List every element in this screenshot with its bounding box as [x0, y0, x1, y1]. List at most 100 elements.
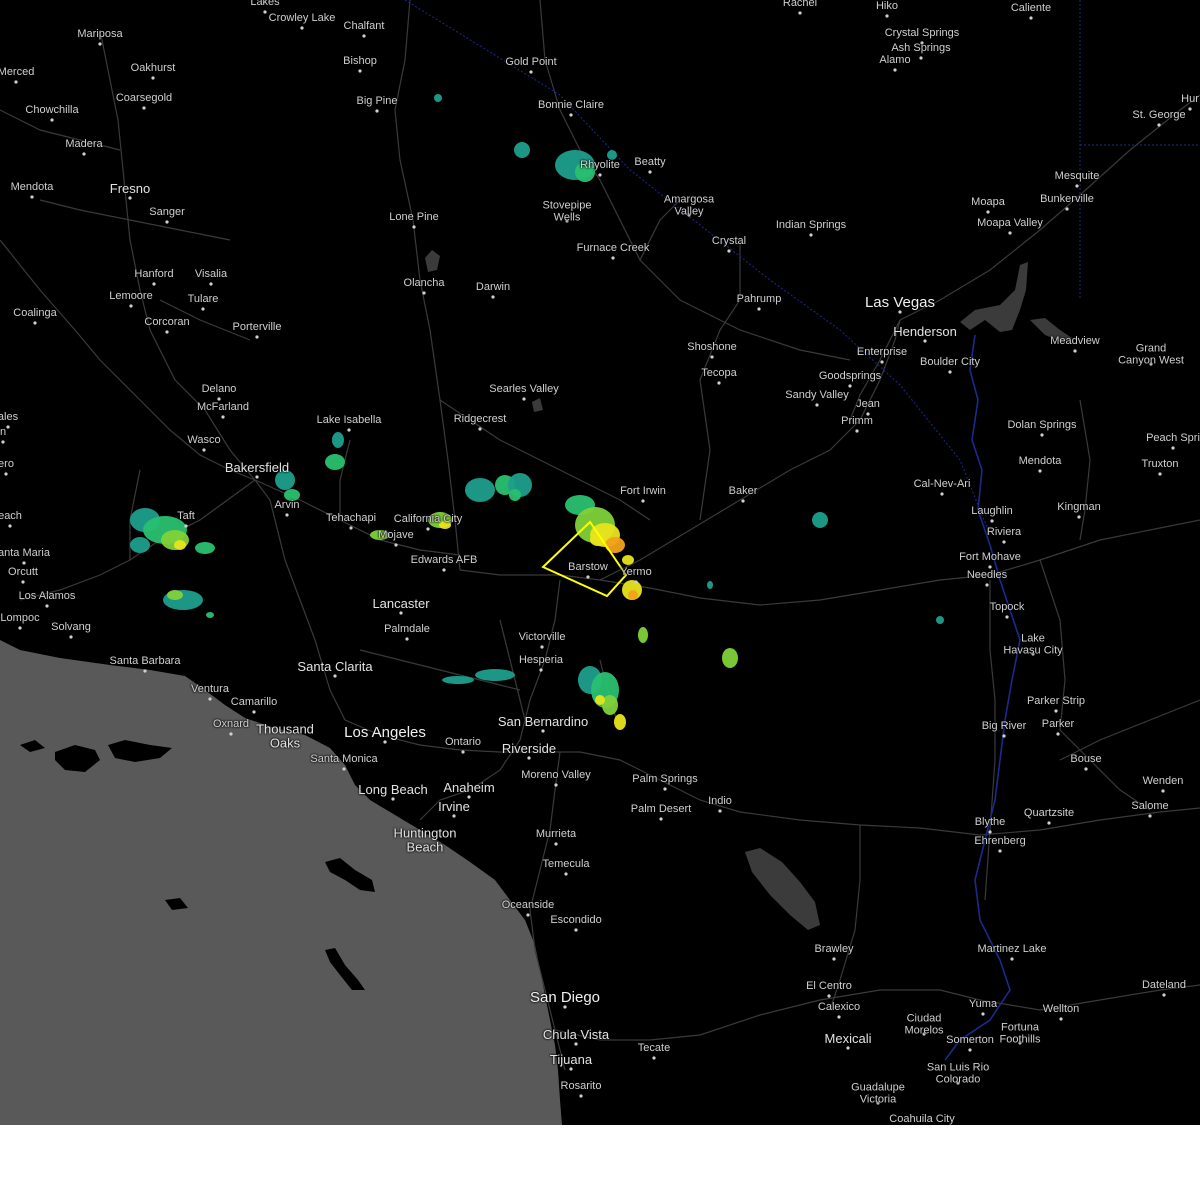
radar-cell [605, 537, 625, 553]
pacific-ocean [0, 640, 562, 1125]
road [984, 580, 996, 901]
city-dot [202, 448, 206, 452]
city-dot [569, 113, 573, 117]
radar-cell [575, 162, 595, 182]
city-dot [757, 307, 761, 311]
city-dot [252, 710, 256, 714]
city-dot [375, 109, 379, 113]
city-dot [923, 339, 927, 343]
city-dot [221, 415, 225, 419]
city-dot [478, 427, 482, 431]
road [394, 0, 461, 571]
city-dot [988, 565, 992, 569]
city-dot [986, 210, 990, 214]
city-dot [442, 568, 446, 572]
city-dot [956, 1081, 960, 1085]
city-dot [1054, 709, 1058, 713]
city-dot [948, 370, 952, 374]
city-dot [554, 842, 558, 846]
city-dot [827, 994, 831, 998]
radar-cell [590, 534, 606, 546]
water-body [425, 250, 440, 272]
city-dot [922, 1032, 926, 1036]
city-dot [1065, 207, 1069, 211]
city-dot [423, 847, 427, 851]
city-dot [526, 913, 530, 917]
city-dot [717, 381, 721, 385]
radar-map[interactable]: Lakes Crowley Lake Chalfant Rachel Hiko Calie… [0, 0, 1200, 1125]
city-dot [898, 310, 902, 314]
radar-cell [514, 142, 530, 158]
city-dot [563, 1005, 567, 1009]
water-body [1030, 318, 1072, 342]
road [99, 29, 256, 481]
city-dot [988, 830, 992, 834]
city-dot [18, 626, 22, 630]
city-dot [22, 561, 26, 565]
city-dot [342, 767, 346, 771]
city-dot [333, 674, 337, 678]
city-dot [349, 526, 353, 530]
city-dot [461, 750, 465, 754]
city-dot [399, 611, 403, 615]
city-dot [422, 291, 426, 295]
city-dot [554, 783, 558, 787]
city-dot [539, 668, 543, 672]
city-dot [529, 70, 533, 74]
city-dot [1002, 540, 1006, 544]
city-dot [1059, 1017, 1063, 1021]
radar-cell [284, 489, 300, 501]
city-dot [574, 1042, 578, 1046]
city-dot [848, 384, 852, 388]
city-dot [798, 11, 802, 15]
road [439, 399, 651, 521]
city-dot [832, 957, 836, 961]
city-dot [1, 440, 5, 444]
city-dot [21, 580, 25, 584]
city-dot [564, 872, 568, 876]
city-dot [255, 475, 259, 479]
road [899, 94, 1200, 321]
city-dot [1075, 184, 1079, 188]
radar-cell [722, 648, 738, 668]
city-dot [1077, 515, 1081, 519]
city-dot [129, 304, 133, 308]
city-dot [383, 740, 387, 744]
city-dot [1084, 767, 1088, 771]
radar-cell [465, 478, 495, 502]
road [344, 719, 1200, 836]
radar-cell [622, 555, 634, 565]
radar-cell [442, 676, 474, 684]
water-body [532, 398, 543, 412]
city-dot [358, 69, 362, 73]
city-dot [165, 220, 169, 224]
city-dot [283, 743, 287, 747]
road [39, 199, 231, 241]
city-dot [1188, 107, 1192, 111]
city-dot [809, 233, 813, 237]
city-dot [347, 428, 351, 432]
city-dot [718, 809, 722, 813]
inland-water [425, 250, 1072, 930]
city-dot [14, 80, 18, 84]
radar-cell [130, 537, 150, 553]
city-dot [663, 787, 667, 791]
city-dot [569, 1067, 573, 1071]
city-dot [33, 321, 37, 325]
map-canvas[interactable] [0, 0, 1200, 1125]
city-dot [1010, 957, 1014, 961]
radar-cell [434, 94, 442, 102]
city-dot [4, 472, 8, 476]
radar-cell [595, 695, 605, 705]
city-dot [641, 499, 645, 503]
city-dot [574, 928, 578, 932]
city-dot [1038, 469, 1042, 473]
city-dot [8, 524, 12, 528]
city-dot [391, 797, 395, 801]
city-dot [940, 492, 944, 496]
city-dot [527, 756, 531, 760]
radar-cell [370, 530, 390, 540]
road [639, 199, 681, 261]
city-dot [142, 106, 146, 110]
road [419, 579, 561, 821]
